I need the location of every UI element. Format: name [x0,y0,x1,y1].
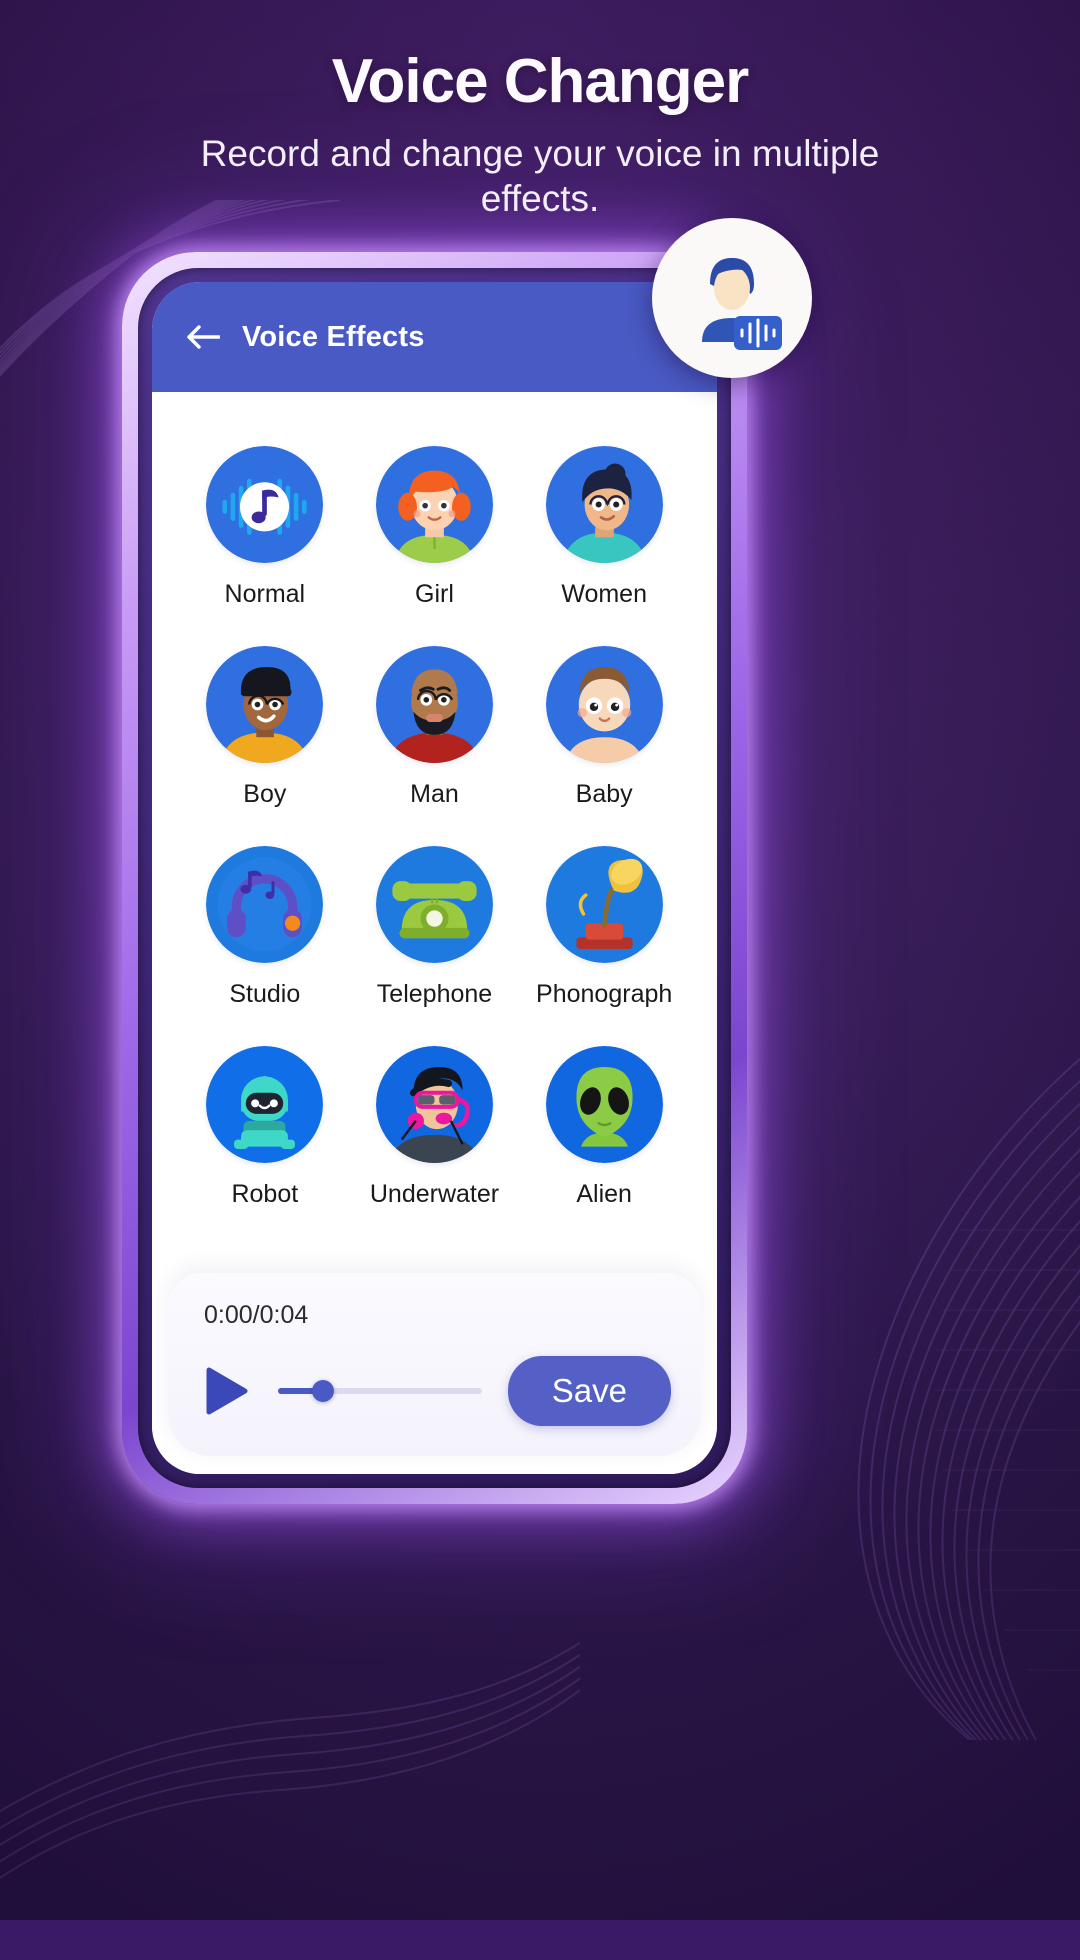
phone-bezel: Voice Effects Normal Girl Women Boy Man … [138,268,731,1488]
effect-label: Robot [231,1180,299,1208]
slider-thumb[interactable] [311,1380,334,1402]
effect-label: Baby [575,780,633,808]
effect-label: Man [410,780,459,808]
effect-item-underwater[interactable]: Underwater [350,1046,520,1246]
effect-label: Telephone [376,980,493,1008]
studio-headphones-icon [206,846,324,963]
effect-item-telephone[interactable]: Telephone [350,846,520,1046]
page-header: Voice Changer Record and change your voi… [0,0,1080,221]
boy-avatar-icon [206,646,324,763]
effect-item-man[interactable]: Man [350,646,520,846]
play-button[interactable] [198,1362,256,1420]
telephone-icon [375,846,493,963]
effect-item-girl[interactable]: Girl [350,446,520,646]
effect-label: Studio [229,980,301,1008]
arrow-left-icon[interactable] [186,324,220,350]
effect-item-robot[interactable]: Robot [180,1046,350,1246]
player-time: 0:00/0:04 [204,1301,309,1329]
effect-item-boy[interactable]: Boy [180,646,350,846]
play-icon [206,1367,248,1415]
player-card: 0:00/0:04 Save [168,1273,701,1456]
effect-label: Normal [224,580,306,608]
girl-avatar-icon [375,446,493,563]
phone-screen: Voice Effects Normal Girl Women Boy Man … [152,282,717,1474]
page-title: Voice Changer [331,47,750,116]
progress-slider[interactable] [278,1377,482,1405]
page-subtitle: Record and change your voice in multiple… [200,133,880,220]
app-logo-badge [652,218,812,378]
effect-item-alien[interactable]: Alien [519,1046,689,1246]
voice-effects-grid: Normal Girl Women Boy Man Baby Studio Te… [152,392,717,1273]
effect-label: Girl [415,580,454,608]
effect-label: Underwater [369,1180,500,1208]
effect-label: Women [561,580,647,608]
save-button[interactable]: Save [507,1356,671,1426]
normal-waveform-icon [206,446,324,563]
phonograph-icon [545,846,663,963]
underwater-diver-icon [375,1046,493,1163]
effect-label: Alien [576,1180,632,1208]
player-area: 0:00/0:04 Save [152,1273,717,1474]
effect-label: Boy [243,780,287,808]
app-bar: Voice Effects [152,282,717,392]
player-controls-row: Save [198,1356,671,1426]
alien-icon [545,1046,663,1163]
robot-icon [206,1046,324,1163]
effect-item-studio[interactable]: Studio [180,846,350,1046]
effect-item-baby[interactable]: Baby [519,646,689,846]
man-avatar-icon [375,646,493,763]
effect-item-women[interactable]: Women [519,446,689,646]
effect-item-phonograph[interactable]: Phonograph [519,846,689,1046]
phone-mockup: Voice Effects Normal Girl Women Boy Man … [122,252,747,1504]
effect-label: Phonograph [536,980,673,1008]
baby-avatar-icon [545,646,663,763]
women-avatar-icon [545,446,663,563]
effect-item-normal[interactable]: Normal [180,446,350,646]
app-bar-title: Voice Effects [242,320,425,353]
person-soundwave-icon [702,258,782,350]
